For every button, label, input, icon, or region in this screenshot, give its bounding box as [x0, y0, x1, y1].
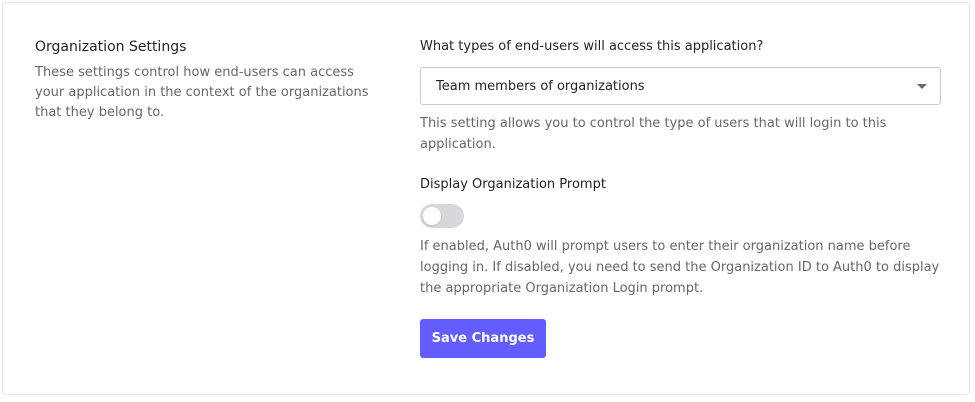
section-title: Organization Settings: [35, 39, 187, 55]
save-changes-label: Save Changes: [431, 331, 535, 346]
user-types-select[interactable]: Team members of organizations: [420, 67, 941, 105]
organization-settings-card: Organization Settings These settings con…: [2, 2, 970, 395]
section-description: These settings control how end-users can…: [35, 65, 369, 120]
save-changes-button[interactable]: Save Changes: [420, 319, 546, 358]
org-prompt-help: If enabled, Auth0 will prompt users to e…: [420, 239, 940, 296]
user-types-selected-value: Team members of organizations: [436, 78, 645, 94]
user-types-help: This setting allows you to control the t…: [420, 116, 887, 152]
chevron-down-icon: [917, 84, 927, 89]
settings-form: What types of end-users will access this…: [420, 37, 941, 358]
toggle-knob: [423, 207, 441, 225]
org-prompt-toggle[interactable]: [420, 204, 464, 228]
section-info: Organization Settings These settings con…: [35, 37, 385, 123]
org-prompt-label: Display Organization Prompt: [420, 177, 606, 192]
user-types-label: What types of end-users will access this…: [420, 39, 764, 54]
